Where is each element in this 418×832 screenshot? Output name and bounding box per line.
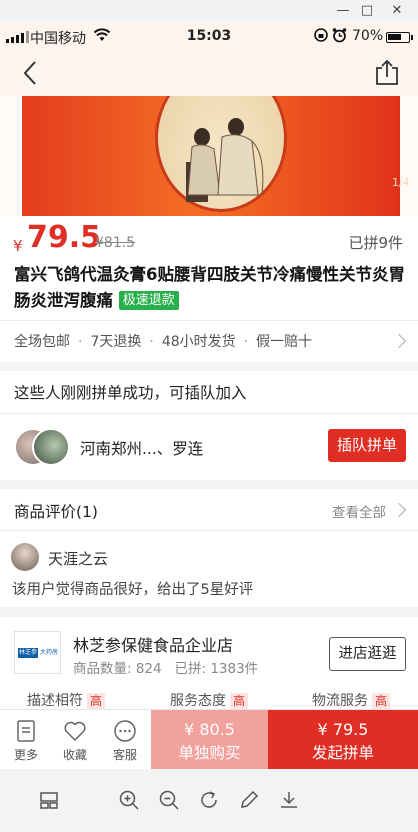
bottom-action-bar: 更多 收藏 客服 ¥ 80.5 单独购买 ¥ 79.5 发起拼单	[0, 709, 418, 770]
pencil-icon	[241, 790, 259, 808]
close-window-button[interactable]: ✕	[386, 3, 408, 19]
zoom-out-icon	[159, 790, 179, 810]
maximize-button[interactable]: □	[356, 3, 378, 19]
window-title-bar: — □ ✕	[0, 0, 418, 22]
divider	[0, 320, 418, 321]
avatar	[32, 428, 70, 466]
store-name: 林芝参保健食品企业店	[73, 636, 234, 655]
service-item: 7天退换	[90, 334, 142, 350]
product-image-carousel[interactable]: 1/4	[0, 96, 418, 216]
original-price: ¥81.5	[95, 235, 136, 251]
share-button[interactable]	[374, 58, 400, 86]
status-bar: 中国移动 15:03 70%	[0, 22, 418, 50]
buy-single-button[interactable]: ¥ 80.5 单独购买	[151, 710, 268, 770]
zoom-out-button[interactable]	[158, 789, 180, 811]
store-logo-text: 林芝参	[18, 648, 38, 658]
store-stats: 商品数量: 824 已拼: 1383件	[73, 657, 258, 677]
zoom-in-button[interactable]	[118, 789, 140, 811]
zoom-in-icon	[119, 790, 139, 810]
store-rating: 物流服务高	[312, 690, 391, 710]
more-button[interactable]: 更多	[1, 710, 51, 770]
divider	[0, 413, 418, 414]
refund-tag: 极速退款	[118, 291, 179, 310]
divider	[0, 530, 418, 531]
store-sold-count: 已拼: 1383件	[174, 661, 259, 677]
back-button[interactable]	[18, 60, 46, 86]
review-text: 该用户觉得商品很好，给出了5星好评	[12, 582, 254, 598]
group-buy-price: ¥ 79.5	[317, 720, 369, 739]
layout-icon	[40, 792, 58, 809]
store-rating: 服务态度高	[170, 690, 249, 710]
service-item: 全场包邮	[14, 334, 70, 350]
favorite-button[interactable]: 收藏	[50, 710, 100, 770]
minimize-button[interactable]: —	[332, 3, 354, 19]
service-row[interactable]: 全场包邮 · 7天退换 · 48小时发货 · 假一赔十	[14, 331, 406, 351]
reviewer-name: 天涯之云	[48, 550, 109, 568]
chevron-left-icon	[23, 61, 36, 85]
customer-service-button[interactable]: 客服	[100, 710, 150, 770]
nav-bar	[0, 50, 418, 96]
store-product-count: 商品数量: 824	[73, 661, 162, 677]
rotate-icon	[201, 791, 217, 808]
section-separator	[0, 480, 418, 489]
chat-icon	[114, 720, 136, 742]
more-icon	[17, 720, 35, 742]
carousel-counter: 1/4	[392, 176, 410, 189]
view-all-reviews-link[interactable]: 查看全部	[332, 501, 386, 521]
rating-level: 高	[372, 693, 391, 709]
group-member-names: 河南郑州...、罗连	[80, 440, 204, 458]
single-price: ¥ 80.5	[184, 720, 235, 739]
group-price: 79.5	[27, 220, 102, 255]
reviews-heading: 商品评价(1)	[14, 503, 98, 521]
start-group-buy-button[interactable]: ¥ 79.5 发起拼单	[268, 710, 418, 770]
store-logo-text: 大药房	[39, 649, 58, 656]
heart-icon	[64, 721, 86, 742]
product-image: 1/4	[22, 96, 410, 216]
sold-count: 已拼9件	[348, 234, 403, 252]
service-item: 假一赔十	[256, 334, 313, 350]
rating-label: 物流服务	[312, 693, 368, 709]
product-title: 富兴飞鸽代温灸膏6贴腰背四肢关节冷痛慢性关节炎胃肠炎泄泻腹痛 极速退款	[14, 262, 406, 314]
currency-symbol: ¥	[13, 237, 23, 255]
visit-store-button[interactable]: 进店逛逛	[329, 637, 406, 671]
rating-level: 高	[230, 693, 249, 709]
battery-percent: 70%	[352, 28, 384, 44]
chevron-right-icon	[391, 502, 407, 518]
alarm-icon	[332, 27, 347, 47]
group-buy-heading: 这些人刚刚拼单成功，可插队加入	[14, 384, 247, 402]
avatar	[11, 543, 39, 571]
edit-button[interactable]	[238, 789, 260, 811]
rotate-button[interactable]	[198, 789, 220, 811]
image-viewer-toolbar	[0, 769, 418, 832]
customer-service-label: 客服	[112, 748, 137, 762]
section-separator	[0, 362, 418, 371]
lock-rotation-icon	[313, 27, 329, 47]
rating-label: 服务态度	[170, 693, 226, 709]
download-icon	[281, 792, 297, 808]
rating-label: 描述相符	[27, 693, 83, 709]
rating-level: 高	[87, 693, 106, 709]
service-item: 48小时发货	[161, 334, 236, 350]
section-separator	[0, 607, 418, 617]
join-group-button[interactable]: 插队拼单	[328, 429, 406, 462]
price-row: ¥ 79.5 ¥81.5 已拼9件	[0, 216, 418, 260]
download-button[interactable]	[278, 789, 300, 811]
favorite-label: 收藏	[62, 748, 87, 762]
single-label: 单独购买	[178, 744, 241, 762]
share-icon	[376, 59, 398, 85]
group-buy-label: 发起拼单	[311, 744, 374, 762]
product-title-text: 富兴飞鸽代温灸膏6贴腰背四肢关节冷痛慢性关节炎胃肠炎泄泻腹痛	[14, 265, 405, 310]
more-label: 更多	[13, 748, 38, 762]
layout-button[interactable]	[38, 789, 60, 811]
store-logo[interactable]: 林芝参 大药房	[14, 631, 61, 674]
store-rating: 描述相符高	[27, 690, 106, 710]
battery-icon	[386, 32, 413, 43]
banner-illustration	[155, 96, 287, 212]
